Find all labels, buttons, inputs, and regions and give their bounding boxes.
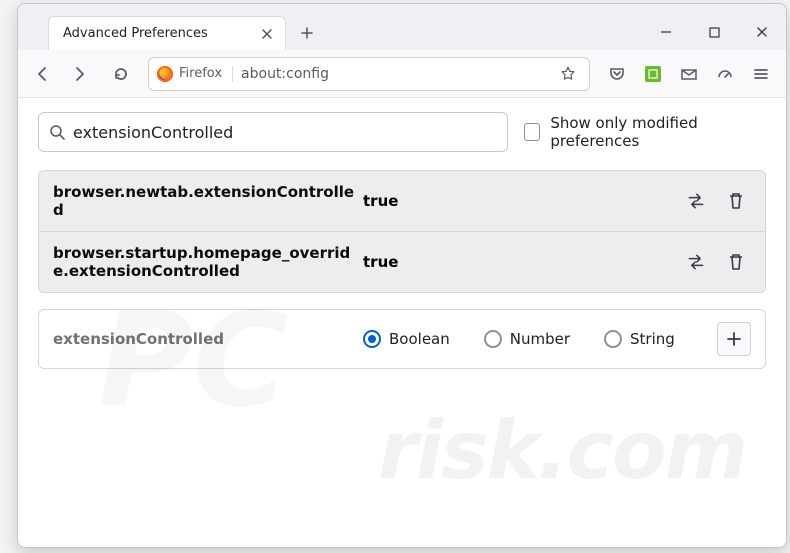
url-text: about:config xyxy=(241,66,329,82)
site-identity[interactable]: Firefox xyxy=(157,66,233,82)
tab-title: Advanced Preferences xyxy=(63,26,259,41)
new-pref-name: extensionControlled xyxy=(53,330,363,348)
pref-row: browser.newtab.extensionControlled true xyxy=(39,171,765,231)
window-maximize-button[interactable] xyxy=(690,14,738,50)
radio-icon xyxy=(484,330,502,348)
url-bar[interactable]: Firefox about:config xyxy=(148,57,590,91)
preference-search-box[interactable] xyxy=(38,112,508,152)
firefox-logo-icon xyxy=(157,66,173,82)
new-tab-button[interactable] xyxy=(292,18,322,48)
show-modified-toggle[interactable]: Show only modified preferences xyxy=(524,114,766,150)
extension-icon[interactable] xyxy=(636,57,670,91)
checkbox-icon[interactable] xyxy=(524,123,540,141)
delete-button[interactable] xyxy=(721,186,751,216)
forward-button[interactable] xyxy=(62,57,96,91)
new-pref-type-options: Boolean Number String xyxy=(363,330,675,348)
type-label: String xyxy=(630,330,675,348)
new-pref-row: extensionControlled Boolean Number Strin… xyxy=(38,309,766,369)
type-option-string[interactable]: String xyxy=(604,330,675,348)
app-menu-button[interactable] xyxy=(744,57,778,91)
toggle-button[interactable] xyxy=(681,247,711,277)
type-option-boolean[interactable]: Boolean xyxy=(363,330,450,348)
browser-tab[interactable]: Advanced Preferences xyxy=(48,16,286,50)
preference-search-input[interactable] xyxy=(73,123,497,142)
radio-icon xyxy=(604,330,622,348)
pref-row: browser.startup.homepage_override.extens… xyxy=(39,231,765,292)
type-option-number[interactable]: Number xyxy=(484,330,570,348)
pref-value: true xyxy=(363,253,398,271)
type-label: Boolean xyxy=(389,330,450,348)
toggle-button[interactable] xyxy=(681,186,711,216)
dashboard-icon[interactable] xyxy=(708,57,742,91)
pocket-icon[interactable] xyxy=(600,57,634,91)
add-pref-button[interactable] xyxy=(717,322,751,356)
reload-button[interactable] xyxy=(104,57,138,91)
bookmark-star-icon[interactable] xyxy=(555,57,581,91)
search-icon xyxy=(49,124,65,140)
show-modified-label: Show only modified preferences xyxy=(550,114,766,150)
pref-value: true xyxy=(363,192,398,210)
window-minimize-button[interactable] xyxy=(642,14,690,50)
back-button[interactable] xyxy=(26,57,60,91)
watermark: risk.com xyxy=(378,404,746,497)
window-close-button[interactable] xyxy=(738,14,786,50)
pref-name: browser.newtab.extensionControlled xyxy=(53,183,363,219)
identity-label: Firefox xyxy=(179,66,222,81)
pref-name: browser.startup.homepage_override.extens… xyxy=(53,244,363,280)
close-tab-icon[interactable] xyxy=(259,26,275,42)
radio-icon xyxy=(363,330,381,348)
mail-icon[interactable] xyxy=(672,57,706,91)
type-label: Number xyxy=(510,330,570,348)
delete-button[interactable] xyxy=(721,247,751,277)
